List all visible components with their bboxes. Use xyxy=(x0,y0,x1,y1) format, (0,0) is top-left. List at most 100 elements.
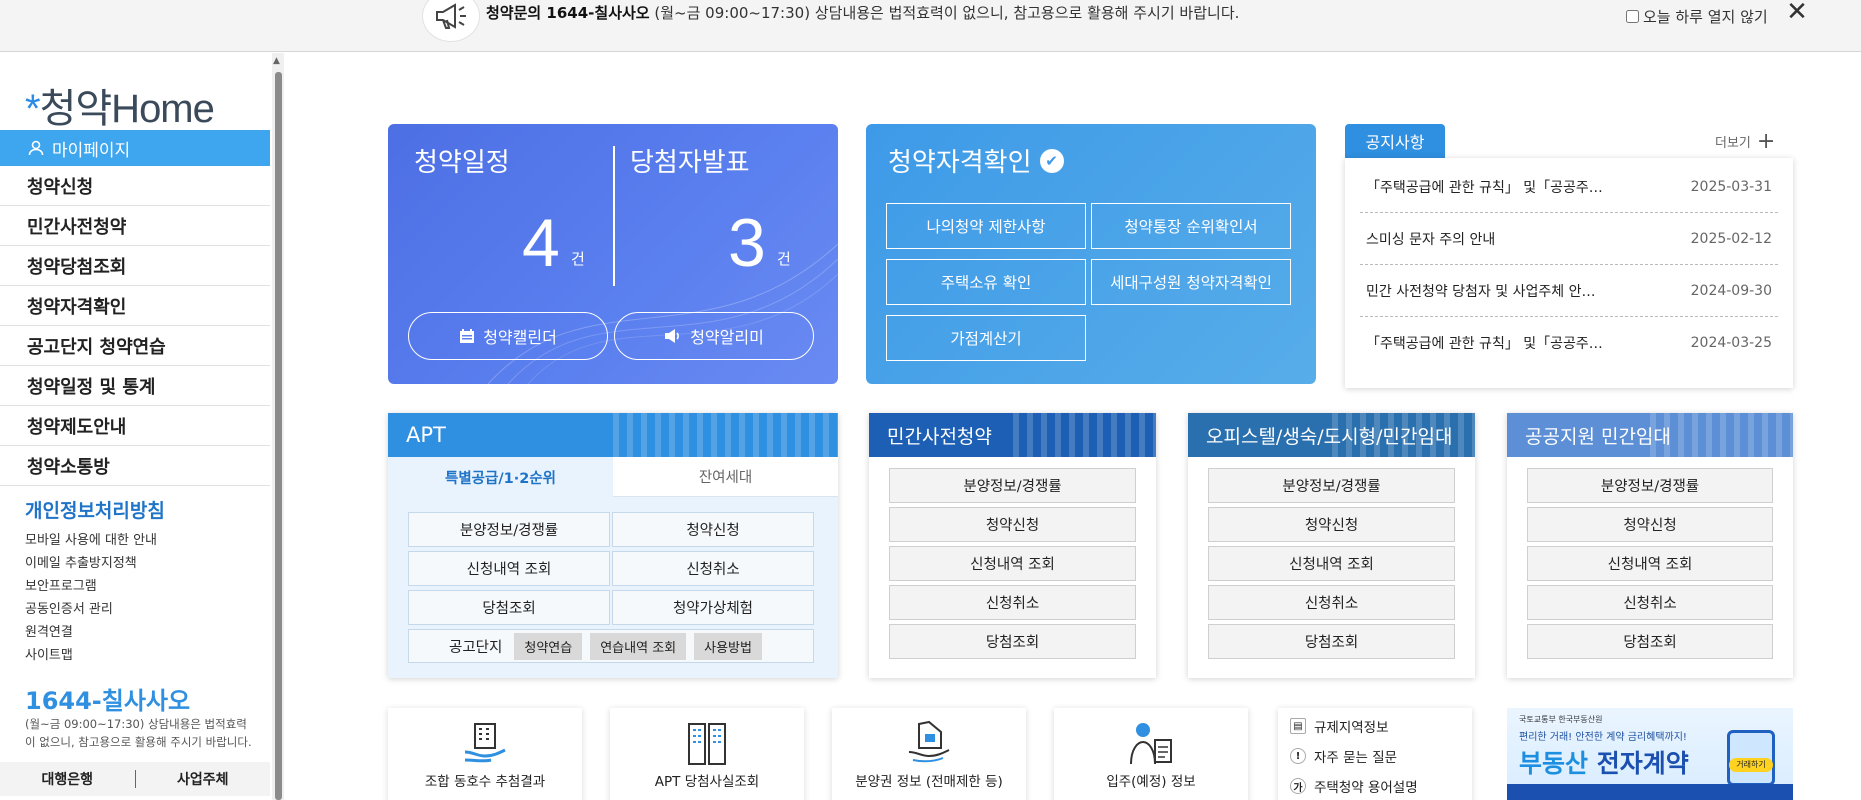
history-button[interactable]: 신청내역 조회 xyxy=(889,546,1136,581)
apply-button[interactable]: 청약신청 xyxy=(889,507,1136,542)
scroll-up-arrow-icon[interactable]: ▲ xyxy=(273,56,280,66)
card-label: 조합 동호수 추첨결과 xyxy=(424,774,546,790)
card-divider xyxy=(613,146,615,286)
faq-link[interactable]: ! 자주 묻는 질문 xyxy=(1290,746,1397,766)
apt-history-button[interactable]: 신청내역 조회 xyxy=(408,551,610,586)
dont-show-today-input[interactable] xyxy=(1626,10,1639,23)
notice-title: 민간 사전청약 당첨자 및 사업주체 안… xyxy=(1366,283,1596,300)
close-icon[interactable]: ✕ xyxy=(1785,0,1809,26)
practice-chip[interactable]: 청약연습 xyxy=(514,632,583,660)
call-title: 청약문의 1644-칠사사오 xyxy=(486,4,650,22)
winner-button[interactable]: 당첨조회 xyxy=(1208,624,1455,659)
account-rank-button[interactable]: 청약통장 순위확인서 xyxy=(1091,203,1291,249)
dont-show-today-checkbox[interactable]: 오늘 하루 열지 않기 xyxy=(1626,6,1768,27)
union-lottery-card[interactable]: 조합 동호수 추첨결과 xyxy=(388,708,582,800)
presale-rights-card[interactable]: 분양권 정보 (전매제한 등) xyxy=(832,708,1026,800)
calendar-icon xyxy=(460,329,475,343)
glossary-link[interactable]: 가 주택청약 용어설명 xyxy=(1290,776,1418,796)
nav-apply[interactable]: 청약신청 xyxy=(0,166,270,206)
notice-row[interactable]: 스미싱 문자 주의 안내 2025-02-12 xyxy=(1360,213,1778,265)
apt-apply-button[interactable]: 청약신청 xyxy=(612,512,814,547)
score-calculator-button[interactable]: 가점계산기 xyxy=(886,315,1086,361)
apt-sale-info-button[interactable]: 분양정보/경쟁률 xyxy=(408,512,610,547)
sub-link-email[interactable]: 이메일 추출방지정책 xyxy=(25,552,137,571)
trade-button[interactable]: 거래하기 xyxy=(1729,758,1773,772)
home-ownership-button[interactable]: 주택소유 확인 xyxy=(886,259,1086,305)
move-in-info-card[interactable]: 입주(예정) 정보 xyxy=(1054,708,1248,800)
nav-private-pre-subscription[interactable]: 민간사전청약 xyxy=(0,206,270,246)
sale-info-button[interactable]: 분양정보/경쟁률 xyxy=(1208,468,1455,503)
nav-system-guide[interactable]: 청약제도안내 xyxy=(0,406,270,446)
apply-button[interactable]: 청약신청 xyxy=(1208,507,1455,542)
history-button[interactable]: 신청내역 조회 xyxy=(1208,546,1455,581)
banner-org-text: 국토교통부 한국부동산원 xyxy=(1519,715,1603,724)
sale-info-button[interactable]: 분양정보/경쟁률 xyxy=(889,468,1136,503)
tab-special-supply[interactable]: 특별공급/1·2순위 xyxy=(388,457,613,497)
notice-date: 2025-03-31 xyxy=(1690,178,1772,195)
my-restrictions-button[interactable]: 나의청약 제한사항 xyxy=(886,203,1086,249)
calendar-button[interactable]: 청약캘린더 xyxy=(408,312,608,360)
cancel-button[interactable]: 신청취소 xyxy=(889,585,1136,620)
nav-eligibility-check[interactable]: 청약자격확인 xyxy=(0,286,270,326)
cancel-button[interactable]: 신청취소 xyxy=(1208,585,1455,620)
privacy-policy-link[interactable]: 개인정보처리방침 xyxy=(25,496,165,523)
eligibility-title-text: 청약자격확인 xyxy=(888,148,1032,178)
apt-practice-row: 공고단지 청약연습 연습내역 조회 사용방법 xyxy=(408,629,814,663)
nav-communication[interactable]: 청약소통방 xyxy=(0,446,270,486)
practice-row-label: 공고단지 xyxy=(449,639,503,656)
apt-virtual-experience-button[interactable]: 청약가상체험 xyxy=(612,590,814,625)
top-notice-text: 청약문의 1644-칠사사오 (월~금 09:00~17:30) 상담내용은 법… xyxy=(486,2,1239,23)
tab-remaining-units[interactable]: 잔여세대 xyxy=(613,457,838,497)
building-hand-icon xyxy=(464,723,506,763)
cancel-button[interactable]: 신청취소 xyxy=(1527,585,1773,620)
winner-announce-title[interactable]: 당첨자발표 xyxy=(630,142,750,179)
more-link[interactable]: 더보기 + xyxy=(1715,130,1775,152)
tab-business-entity[interactable]: 사업주체 xyxy=(136,769,271,789)
sale-info-button[interactable]: 분양정보/경쟁률 xyxy=(1527,468,1773,503)
nav-winner-lookup[interactable]: 청약당첨조회 xyxy=(0,246,270,286)
practice-history-chip[interactable]: 연습내역 조회 xyxy=(590,632,687,660)
history-button[interactable]: 신청내역 조회 xyxy=(1527,546,1773,581)
check-circle-icon: ✔ xyxy=(1039,148,1064,173)
notice-tab[interactable]: 공지사항 xyxy=(1345,124,1445,158)
apt-winner-button[interactable]: 당첨조회 xyxy=(408,590,610,625)
nav-schedule-stats[interactable]: 청약일정 및 통계 xyxy=(0,366,270,406)
apt-winner-check-card[interactable]: APT 당첨사실조회 xyxy=(610,708,804,800)
sub-link-remote[interactable]: 원격연결 xyxy=(25,621,73,640)
link-label: 규제지역정보 xyxy=(1314,720,1389,736)
schedule-title[interactable]: 청약일정 xyxy=(414,142,510,179)
winner-button[interactable]: 당첨조회 xyxy=(1527,624,1773,659)
apt-cancel-button[interactable]: 신청취소 xyxy=(612,551,814,586)
notice-title: 「주택공급에 관한 규칙」 및「공공주… xyxy=(1366,336,1603,352)
eligibility-title: 청약자격확인 ✔ xyxy=(888,142,1064,179)
winner-count[interactable]: 3 xyxy=(728,204,766,282)
alarm-button[interactable]: 청약알리미 xyxy=(614,312,814,360)
winner-button[interactable]: 당첨조회 xyxy=(889,624,1136,659)
schedule-count[interactable]: 4 xyxy=(522,204,560,282)
e-contract-banner[interactable]: 국토교통부 한국부동산원 편리한 거래! 안전한 계약 금리혜택까지! 부동산 … xyxy=(1507,708,1793,800)
notice-row[interactable]: 「주택공급에 관한 규칙」 및「공공주… 2024-03-25 xyxy=(1360,317,1778,369)
sub-link-sitemap[interactable]: 사이트맵 xyxy=(25,644,73,663)
mypage-link[interactable]: 마이페이지 xyxy=(0,130,270,166)
sub-link-certificate[interactable]: 공동인증서 관리 xyxy=(25,598,113,617)
logo-star: * xyxy=(25,87,41,131)
apply-button[interactable]: 청약신청 xyxy=(1527,507,1773,542)
calendar-label: 청약캘린더 xyxy=(483,328,557,347)
schedule-count-unit: 건 xyxy=(571,250,585,268)
notice-row[interactable]: 민간 사전청약 당첨자 및 사업주체 안… 2024-09-30 xyxy=(1360,265,1778,317)
apt-panel: APT 특별공급/1·2순위 잔여세대 분양정보/경쟁률 청약신청 신청내역 조… xyxy=(388,413,838,678)
how-to-use-chip[interactable]: 사용방법 xyxy=(694,632,762,660)
nav-practice[interactable]: 공고단지 청약연습 xyxy=(0,326,270,366)
public-rent-header: 공공지원 민간임대 xyxy=(1507,413,1793,457)
scrollbar-thumb[interactable] xyxy=(275,72,282,800)
site-logo[interactable]: *청약Home xyxy=(25,76,215,134)
sub-link-security[interactable]: 보안프로그램 xyxy=(25,575,97,594)
house-document-icon xyxy=(908,720,950,763)
regulated-area-link[interactable]: ▤ 규제지역정보 xyxy=(1290,716,1389,736)
notice-row[interactable]: 「주택공급에 관한 규칙」 및「공공주… 2025-03-31 xyxy=(1360,161,1778,213)
sidebar-bottom-tabs: 대행은행 사업주체 xyxy=(0,762,270,796)
household-eligibility-button[interactable]: 세대구성원 청약자격확인 xyxy=(1091,259,1291,305)
call-number: 1644-칠사사오 xyxy=(25,687,191,715)
tab-agent-bank[interactable]: 대행은행 xyxy=(0,769,135,789)
sub-link-mobile[interactable]: 모바일 사용에 대한 안내 xyxy=(25,529,157,548)
